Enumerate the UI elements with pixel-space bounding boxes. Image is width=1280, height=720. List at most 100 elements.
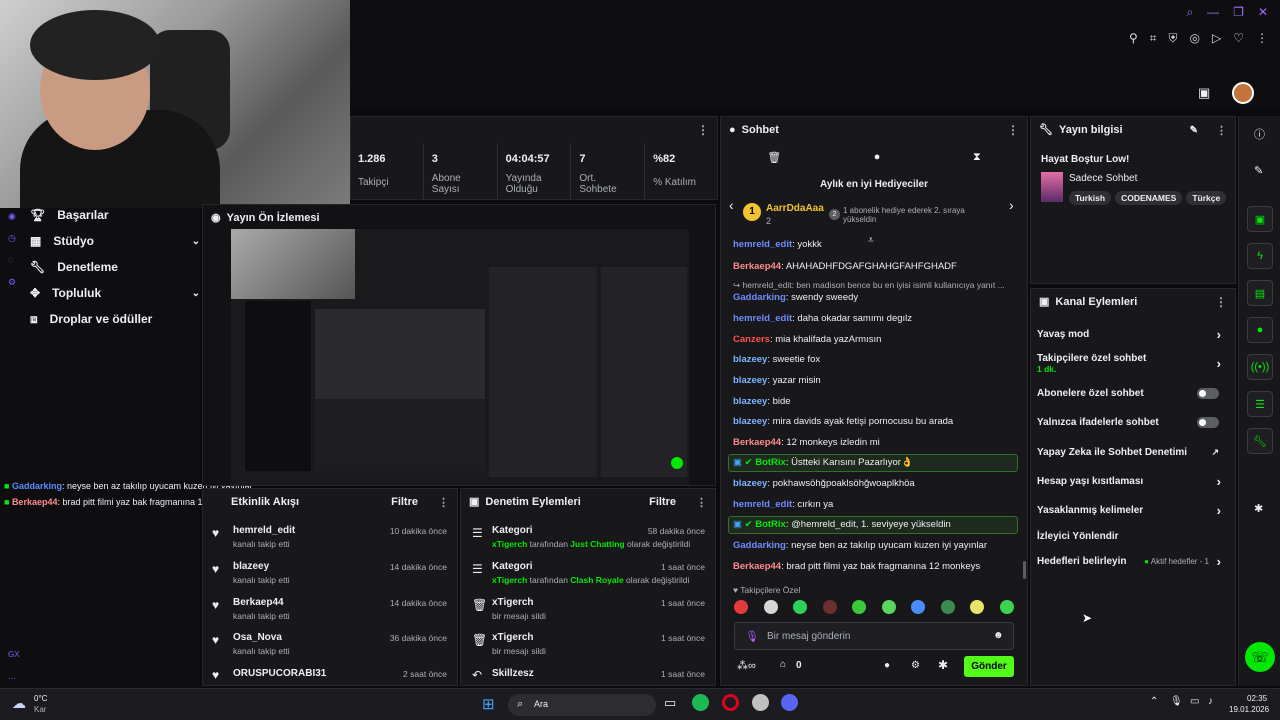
tag[interactable]: Turkish — [1069, 191, 1112, 205]
tag[interactable]: CODENAMES — [1115, 191, 1183, 205]
list-item[interactable]: 🗑︎ xTigerch bir mesajı sildi 1 saat önce — [470, 632, 710, 656]
gear-icon[interactable]: ⚙ — [911, 660, 920, 671]
emote-icon[interactable] — [822, 600, 837, 614]
weather-icon[interactable]: ☁ — [12, 695, 26, 712]
list-item[interactable]: ☰ Kategori xTigerch tarafından Just Chatti… — [470, 525, 710, 549]
emote-icon[interactable] — [734, 600, 748, 614]
app-icon[interactable] — [752, 694, 769, 711]
category-name[interactable]: Sadece Sohbet — [1069, 173, 1137, 184]
tag[interactable]: Türkçe — [1186, 191, 1227, 205]
clip-icon[interactable]: ▣ — [1247, 206, 1273, 232]
emote-icon[interactable] — [999, 600, 1014, 614]
more-icon[interactable]: ⋮ — [696, 496, 707, 509]
compass-icon[interactable]: ◉ — [8, 205, 20, 227]
points-icon[interactable]: ⁂∞ — [737, 659, 756, 672]
emote-only-toggle[interactable] — [1197, 417, 1219, 428]
spotify-icon[interactable] — [692, 694, 709, 711]
play-icon[interactable]: ▷ — [1212, 32, 1221, 44]
pencil-icon[interactable]: ✎ — [1190, 125, 1198, 136]
trash-icon[interactable]: 🗑︎ — [767, 151, 781, 164]
moderation-filter-button[interactable]: Filtre — [649, 496, 676, 508]
emote-icon[interactable] — [911, 600, 926, 614]
pencil-icon[interactable]: ✎ — [1254, 164, 1263, 177]
discord-icon[interactable] — [781, 694, 798, 711]
puzzle-icon[interactable]: ✱ — [938, 658, 948, 672]
chat-reply-preview[interactable]: ↪ hemreld_edit: ben madison bence bu en … — [733, 281, 1018, 291]
document-icon[interactable]: ▤ — [1247, 280, 1273, 306]
search-icon[interactable]: ⌕ — [1186, 6, 1193, 18]
category-thumbnail[interactable] — [1041, 172, 1063, 202]
scrollbar[interactable] — [1023, 561, 1026, 579]
list-item[interactable]: ↶ Skillzesz 1 saat önce — [470, 668, 710, 681]
close-icon[interactable]: ✕ — [1258, 6, 1268, 18]
subs-only-toggle[interactable] — [1197, 388, 1219, 399]
opera-icon[interactable] — [722, 694, 739, 711]
clock-time[interactable]: 02:35 — [1247, 694, 1267, 703]
action-banned-words[interactable]: Yasaklanmış kelimeler › — [1037, 503, 1227, 518]
action-emote-only[interactable]: Yalnızca ifadelerle sohbet — [1037, 417, 1227, 428]
sidebar-item-studio[interactable]: ▦ Stüdyo ⌄ — [30, 228, 200, 254]
store-icon[interactable]: ⌂ — [780, 659, 786, 670]
action-followers-only[interactable]: Takipçilere özel sohbet 1 dk. › — [1037, 353, 1227, 374]
action-slow-mode[interactable]: Yavaş mod › — [1037, 327, 1227, 342]
globe-icon[interactable]: ◎ — [1190, 32, 1200, 44]
gifter-name[interactable]: AarrDdaAaa — [766, 203, 824, 214]
chevron-right-icon[interactable]: › — [1009, 197, 1014, 213]
more-icon[interactable]: ⋮ — [1215, 295, 1227, 309]
stream-preview-video[interactable] — [231, 229, 689, 485]
shield-x-icon[interactable]: ⛨ — [1169, 32, 1178, 44]
action-ai-moderation[interactable]: Yapay Zeka ile Sohbet Denetimi ↗ — [1037, 447, 1227, 458]
task-view-icon[interactable]: ▭ — [664, 695, 676, 711]
more-icon[interactable]: ⋮ — [438, 496, 449, 509]
emote-icon[interactable] — [881, 600, 896, 614]
sidebar-item-drops[interactable]: ⧈ Droplar ve ödüller — [30, 306, 200, 332]
hourglass-icon[interactable]: ⧗ — [973, 151, 981, 164]
emote-icon[interactable] — [852, 600, 867, 614]
microphone-icon[interactable]: 🎙︎ — [1170, 696, 1183, 707]
chat-input[interactable]: 🎙︎ Bir mesaj gönderin ☻ — [734, 622, 1014, 650]
taskbar-search[interactable]: ⌕ Ara — [508, 694, 656, 716]
volume-icon[interactable]: ♪ — [1208, 696, 1213, 707]
sidebar-item-moderation[interactable]: 🔧︎ Denetleme — [30, 254, 200, 280]
list-item[interactable]: ♥ Berkaep44 kanalı takip etti 14 dakika önc… — [212, 597, 452, 621]
wrench-icon[interactable]: 🔧︎ — [1247, 428, 1273, 454]
info-icon[interactable]: ⓘ — [1254, 126, 1265, 142]
action-subs-only[interactable]: Abonelere özel sohbet — [1037, 388, 1227, 399]
emote-icon[interactable] — [793, 600, 808, 614]
emoji-icon[interactable]: ☻ — [993, 630, 1004, 641]
more-icon[interactable]: ⋮ — [1256, 32, 1268, 44]
microphone-icon[interactable]: 🎙︎ — [745, 630, 759, 643]
heart-icon[interactable]: ♡ — [1233, 32, 1244, 44]
sidebar-item-community[interactable]: ✥ Topluluk ⌄ — [30, 280, 200, 306]
action-account-age[interactable]: Hesap yaşı kısıtlaması › — [1037, 474, 1227, 489]
chat-bubble-icon[interactable]: ● — [1247, 317, 1273, 343]
crop-icon[interactable]: ⌗ — [1150, 32, 1157, 44]
activity-filter-button[interactable]: Filtre — [391, 496, 418, 508]
action-raid[interactable]: İzleyici Yönlendir — [1037, 531, 1227, 542]
chat-icon[interactable]: ◌ — [8, 249, 20, 271]
emote-icon[interactable] — [763, 600, 778, 614]
action-goals[interactable]: Hedefleri belirleyin ● Aktif hedefler - 1… — [1037, 554, 1227, 569]
network-icon[interactable]: ▭ — [1190, 696, 1199, 707]
mod-view-icon[interactable]: ▣ — [1198, 86, 1210, 99]
send-button[interactable]: Gönder — [964, 656, 1014, 677]
more-icon[interactable]: ⋮ — [1007, 123, 1019, 137]
tray-chevron-icon[interactable]: ⌃ — [1150, 696, 1158, 707]
more-icon[interactable]: ⋮ — [1216, 124, 1227, 137]
list-item[interactable]: ♥ Osa_Nova kanalı takip etti 36 dakika önce — [212, 632, 452, 656]
scroll-down-icon[interactable]: ⩡ — [868, 235, 874, 246]
avatar[interactable] — [1232, 82, 1254, 104]
list-item[interactable]: ♥ hemreld_edit kanalı takip etti 10 dakika … — [212, 525, 452, 549]
pin-icon[interactable]: ⚲ — [1129, 32, 1138, 44]
emote-icon[interactable] — [970, 600, 985, 614]
minimize-icon[interactable]: — — [1207, 6, 1219, 18]
more-icon[interactable]: ⋮ — [697, 123, 709, 137]
chevron-left-icon[interactable]: ‹ — [729, 197, 734, 213]
list-item[interactable]: ♥ blazeey kanalı takip etti 14 dakika önce — [212, 561, 452, 585]
puzzle-icon[interactable]: ✱ — [1254, 502, 1263, 515]
emote-icon[interactable] — [940, 600, 955, 614]
restore-icon[interactable]: ❐ — [1233, 6, 1244, 18]
clock-date[interactable]: 19.01.2026 — [1229, 705, 1269, 714]
lightning-icon[interactable]: ϟ — [1247, 243, 1273, 269]
list-item[interactable]: ♥ ORUSPUCORABI31 2 saat önce — [212, 668, 452, 681]
